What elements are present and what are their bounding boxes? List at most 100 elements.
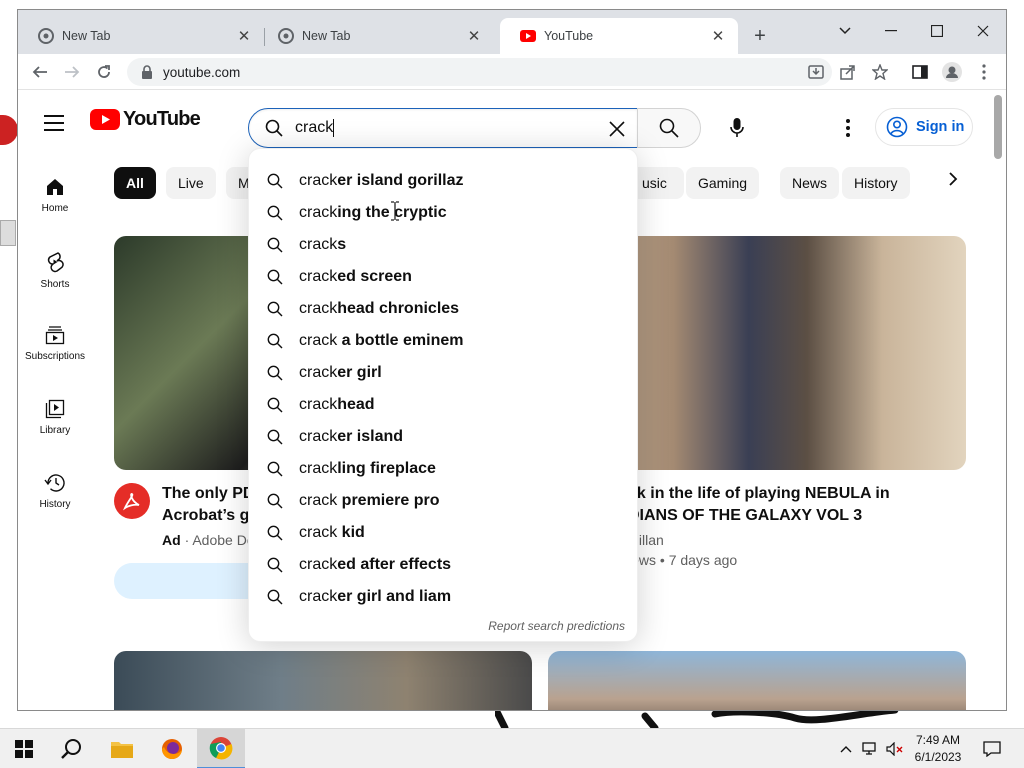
minimize-icon[interactable] xyxy=(868,16,914,46)
suggestion-prefix: crack xyxy=(299,332,338,349)
taskbar-search-icon[interactable] xyxy=(48,729,96,768)
shorts-icon xyxy=(47,252,64,273)
video-thumbnail[interactable] xyxy=(548,651,966,710)
search-suggestion[interactable]: crack er girl xyxy=(249,357,637,389)
guide-item-history[interactable]: History xyxy=(18,461,92,535)
install-app-icon[interactable] xyxy=(804,60,828,84)
close-window-icon[interactable] xyxy=(960,16,1006,46)
tab-close-icon[interactable]: ✕ xyxy=(466,27,482,45)
guide-item-library[interactable]: Library xyxy=(18,387,92,461)
bookmark-star-icon[interactable] xyxy=(868,60,892,84)
youtube-logo[interactable]: YouTube xyxy=(90,108,201,131)
start-button[interactable] xyxy=(0,729,48,768)
file-explorer-icon[interactable] xyxy=(98,729,146,768)
suggestion-completion: kid xyxy=(337,524,365,541)
video-title-line[interactable]: Acrobat’s go xyxy=(162,505,259,527)
chevron-right-icon[interactable] xyxy=(948,171,958,192)
hamburger-menu-icon[interactable] xyxy=(44,115,64,131)
suggestion-prefix: crack xyxy=(299,556,338,573)
search-icon xyxy=(267,205,283,221)
guide-label: Subscriptions xyxy=(24,351,86,362)
search-suggestion[interactable]: crack er island gorillaz xyxy=(249,165,637,197)
back-arrow-icon[interactable] xyxy=(28,60,52,84)
search-icon xyxy=(267,397,283,413)
page-scrollbar[interactable] xyxy=(990,91,1006,710)
search-icon xyxy=(267,429,283,445)
search-suggestion[interactable]: crack premiere pro xyxy=(249,485,637,517)
settings-kebab-icon[interactable] xyxy=(836,113,860,143)
tab-new-tab-1[interactable]: New Tab ✕ xyxy=(18,18,264,54)
show-hidden-icons-chevron-icon[interactable] xyxy=(836,729,856,768)
desktop-icon-partial[interactable] xyxy=(0,220,16,246)
search-suggestion[interactable]: crack er island xyxy=(249,421,637,453)
video-title-line[interactable]: The only PD xyxy=(162,483,254,505)
suggestion-prefix: crack xyxy=(299,460,338,477)
suggestion-completion: er girl xyxy=(337,364,382,381)
side-panel-icon[interactable] xyxy=(908,60,932,84)
suggestion-completion: premiere pro xyxy=(337,492,440,509)
share-icon[interactable] xyxy=(836,60,860,84)
video-thumbnail[interactable] xyxy=(114,651,532,710)
system-clock[interactable]: 7:49 AM 6/1/2023 xyxy=(903,732,973,766)
search-suggestion[interactable]: crack ed screen xyxy=(249,261,637,293)
search-suggestion[interactable]: crack s xyxy=(249,229,637,261)
guide-item-shorts[interactable]: Shorts xyxy=(18,239,92,313)
suggestion-completion: head chronicles xyxy=(337,300,460,317)
firefox-icon[interactable] xyxy=(148,729,196,768)
video-title-line[interactable]: DIANS OF THE GALAXY VOL 3 xyxy=(628,505,862,527)
ad-channel[interactable]: · Adobe Do xyxy=(185,532,255,548)
tab-youtube[interactable]: YouTube ✕ xyxy=(500,18,738,54)
search-suggestion[interactable]: crack ed after effects xyxy=(249,549,637,581)
chrome-menu-icon[interactable] xyxy=(972,60,996,84)
chip-all[interactable]: All xyxy=(114,167,156,199)
chrome-taskbar-icon[interactable] xyxy=(197,729,245,768)
video-title-line[interactable]: ek in the life of playing NEBULA in xyxy=(628,483,890,505)
clear-search-icon[interactable] xyxy=(605,117,629,141)
search-icon xyxy=(267,461,283,477)
chip-live[interactable]: Live xyxy=(166,167,216,199)
search-suggestion[interactable]: crack head xyxy=(249,389,637,421)
network-icon[interactable] xyxy=(860,729,882,768)
guide-item-subscriptions[interactable]: Subscriptions xyxy=(18,313,92,387)
search-suggestion[interactable]: crack kid xyxy=(249,517,637,549)
tab-close-icon[interactable]: ✕ xyxy=(710,27,726,45)
search-input[interactable]: crack xyxy=(248,108,638,148)
guide-item-home[interactable]: Home xyxy=(18,165,92,239)
search-suggestion[interactable]: crack a bottle eminem xyxy=(249,325,637,357)
scrollbar-thumb[interactable] xyxy=(994,95,1002,159)
voice-search-mic-icon[interactable] xyxy=(717,108,757,148)
address-bar[interactable]: youtube.com xyxy=(127,58,832,86)
maximize-icon[interactable] xyxy=(914,16,960,46)
sign-in-button[interactable]: Sign in xyxy=(875,108,973,146)
reload-icon[interactable] xyxy=(92,60,116,84)
desktop-icon-partial[interactable] xyxy=(0,115,18,145)
guide-label: Home xyxy=(41,203,69,214)
suggestion-completion: ed screen xyxy=(337,268,412,285)
new-tab-button[interactable]: + xyxy=(748,24,772,48)
forward-arrow-icon[interactable] xyxy=(60,60,84,84)
chip-news[interactable]: News xyxy=(780,167,840,199)
windows-logo-icon xyxy=(15,740,33,758)
profile-avatar-icon[interactable] xyxy=(940,60,964,84)
report-search-predictions-link[interactable]: Report search predictions xyxy=(488,619,625,633)
chip-gaming[interactable]: Gaming xyxy=(686,167,760,199)
suggestion-completion: er girl and liam xyxy=(337,588,452,605)
search-button[interactable] xyxy=(637,108,701,148)
search-suggestion[interactable]: crack ling fireplace xyxy=(249,453,637,485)
search-icon xyxy=(267,525,283,541)
suggestion-completion: ling fireplace xyxy=(337,460,436,477)
search-suggestion[interactable]: crack head chronicles xyxy=(249,293,637,325)
tab-new-tab-2[interactable]: New Tab ✕ xyxy=(258,18,494,54)
adobe-channel-avatar[interactable] xyxy=(114,483,150,519)
search-suggestion[interactable]: crack ing the cryptic xyxy=(249,197,637,229)
suggestion-completion: ed after effects xyxy=(337,556,452,573)
tab-close-icon[interactable]: ✕ xyxy=(236,27,252,45)
chrome-window: New Tab ✕ New Tab ✕ YouTube ✕ + youtube.… xyxy=(17,9,1007,711)
search-icon xyxy=(267,557,283,573)
notifications-icon[interactable] xyxy=(978,729,1006,768)
search-suggestion[interactable]: crack er girl and liam xyxy=(249,581,637,613)
suggestion-prefix: crack xyxy=(299,492,338,509)
clock-time: 7:49 AM xyxy=(915,733,961,747)
tab-search-dropdown-icon[interactable] xyxy=(822,16,868,46)
chip-history[interactable]: History xyxy=(842,167,910,199)
